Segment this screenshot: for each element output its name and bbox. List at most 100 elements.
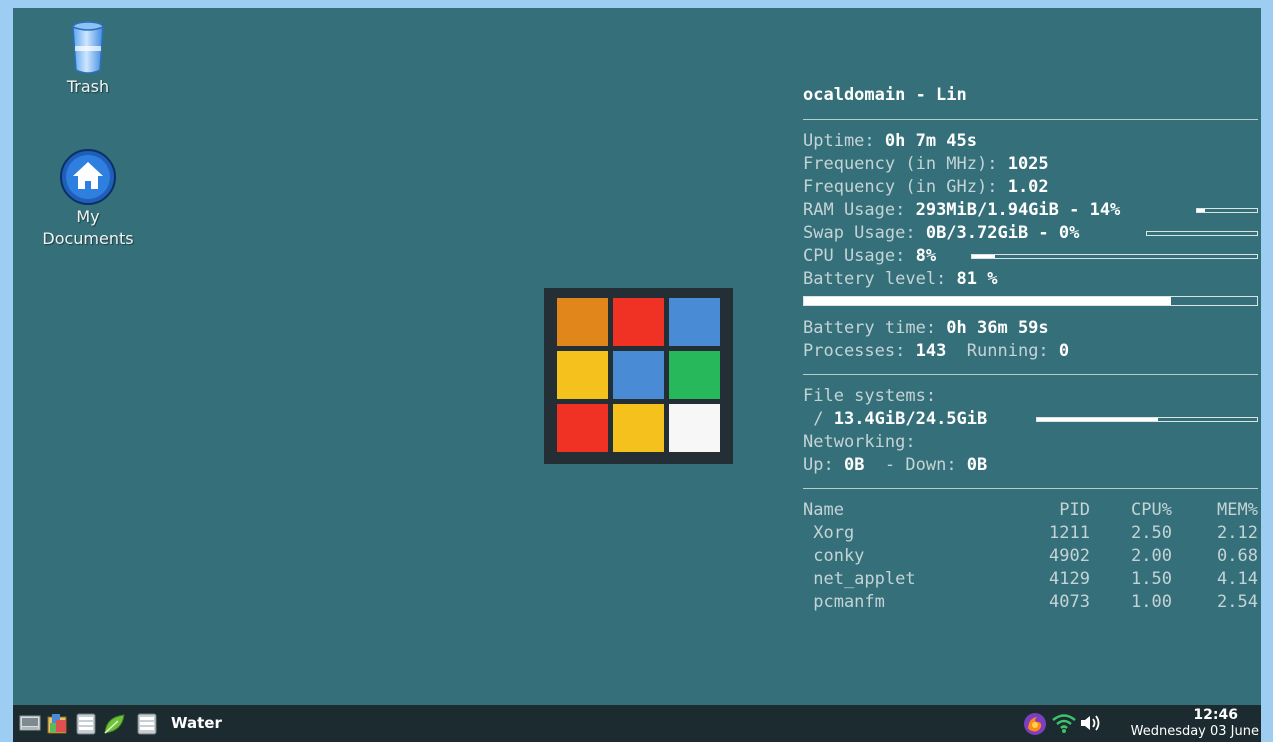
leaf-app-icon[interactable] (102, 713, 126, 735)
uptime-line: Uptime: 0h 7m 45s (803, 130, 1258, 153)
fs-path: / (803, 409, 834, 429)
wifi-icon[interactable] (1051, 712, 1077, 734)
home-icon (60, 149, 116, 205)
desktop-logo (544, 288, 733, 464)
battery-time-line: Battery time: 0h 36m 59s (803, 317, 1258, 340)
down-label: - Down: (864, 455, 967, 475)
uptime-value: 0h 7m 45s (884, 131, 978, 151)
fs-usage-bar (1036, 417, 1258, 422)
process-name: conky (803, 546, 865, 566)
process-cpu: 2.00 (1131, 546, 1172, 566)
process-row: net_applet 4129 1.50 4.14 (803, 568, 1258, 591)
col-pid-header: PID (1059, 500, 1090, 520)
battery-time-value: 0h 36m 59s (946, 318, 1049, 338)
hostname-title: ocaldomain - Lin (803, 85, 967, 105)
divider (803, 488, 1258, 489)
conky-monitor: ocaldomain - Lin Uptime: 0h 7m 45s Frequ… (803, 82, 1258, 614)
freq-ghz-value: 1.02 (1007, 177, 1049, 197)
freq-ghz-label: Frequency (in GHz): (803, 177, 1008, 197)
desktop-icon-label-line2: Documents (42, 229, 134, 248)
desktop-icon-trash[interactable]: Trash (33, 20, 143, 98)
up-value: 0B (843, 455, 865, 475)
logo-tile (669, 298, 720, 346)
swap-value: 0B/3.72GiB - 0% (925, 223, 1080, 243)
process-row: pcmanfm 4073 1.00 2.54 (803, 591, 1258, 614)
process-pid: 1211 (1049, 523, 1090, 543)
freq-mhz-line: Frequency (in MHz): 1025 (803, 153, 1258, 176)
clock-date[interactable]: Wednesday 03 June (1131, 724, 1259, 739)
swap-line: Swap Usage: 0B/3.72GiB - 0% (803, 222, 1258, 245)
process-row: conky 4902 2.00 0.68 (803, 545, 1258, 568)
ram-value: 293MiB/1.94GiB - 14% (915, 200, 1121, 220)
desktop-icon-label: Trash (66, 77, 110, 96)
process-mem: 2.54 (1217, 592, 1258, 612)
process-mem: 2.12 (1217, 523, 1258, 543)
battery-label: Battery level: (803, 269, 957, 289)
down-value: 0B (966, 455, 988, 475)
volume-icon[interactable] (1079, 713, 1101, 733)
uptime-label: Uptime: (803, 131, 885, 151)
processes-line: Processes: 143 Running: 0 (803, 340, 1258, 363)
freq-mhz-value: 1025 (1007, 154, 1049, 174)
processes-value: 143 (915, 341, 947, 361)
file-manager-icon[interactable] (46, 713, 70, 735)
freq-ghz-line: Frequency (in GHz): 1.02 (803, 176, 1258, 199)
process-cpu: 1.50 (1131, 569, 1172, 589)
logo-tile (557, 351, 608, 399)
fs-usage-fill (1037, 418, 1158, 421)
divider (803, 374, 1258, 375)
logo-tile (557, 404, 608, 452)
logo-tile (613, 404, 664, 452)
ram-label: RAM Usage: (803, 200, 916, 220)
ram-usage-bar (1196, 208, 1258, 213)
logo-tile (669, 404, 720, 452)
ram-line: RAM Usage: 293MiB/1.94GiB - 14% (803, 199, 1258, 222)
cpu-line: CPU Usage: 8% (803, 245, 1258, 268)
logo-tile (669, 351, 720, 399)
process-cpu: 1.00 (1131, 592, 1172, 612)
battery-level-fill (804, 297, 1171, 305)
networking-label: Networking: (803, 432, 916, 452)
logo-tile (613, 351, 664, 399)
battery-line: Battery level: 81 % (803, 268, 1258, 291)
show-desktop-icon[interactable] (19, 713, 41, 733)
process-pid: 4129 (1049, 569, 1090, 589)
filesystem-root-line: / 13.4GiB/24.5GiB (803, 408, 1258, 431)
terminal-icon[interactable] (75, 713, 97, 735)
swap-usage-bar (1146, 231, 1258, 236)
trash-icon (72, 21, 104, 74)
process-name: Xorg (803, 523, 855, 543)
process-row: Xorg 1211 2.50 2.12 (803, 522, 1258, 545)
swap-label: Swap Usage: (803, 223, 926, 243)
logo-tile (613, 298, 664, 346)
battery-level-bar (803, 296, 1258, 306)
firefox-icon[interactable] (1023, 712, 1047, 736)
col-name-header: Name (803, 500, 844, 520)
desktop-icon-my-documents[interactable]: My Documents (33, 148, 143, 250)
process-table-header: Name PID CPU% MEM% (803, 499, 1258, 522)
cpu-usage-bar (971, 254, 1258, 259)
taskbar: Water 12:46 Wednesday 03 June (13, 705, 1261, 742)
fs-value: 13.4GiB/24.5GiB (833, 409, 988, 429)
clock-time[interactable]: 12:46 (1193, 707, 1238, 723)
task-button-water[interactable]: Water (171, 713, 222, 733)
cpu-label: CPU Usage: (803, 246, 916, 266)
cpu-value: 8% (915, 246, 937, 266)
process-cpu: 2.50 (1131, 523, 1172, 543)
logo-tile (557, 298, 608, 346)
process-pid: 4902 (1049, 546, 1090, 566)
filesystems-label: File systems: (803, 386, 937, 406)
running-label: Running: (946, 341, 1059, 361)
desktop[interactable]: Trash My Documents ocaldomain - Lin Upti… (13, 8, 1261, 742)
desktop-icon-label-line1: My (76, 207, 100, 226)
process-mem: 0.68 (1217, 546, 1258, 566)
network-line: Up: 0B - Down: 0B (803, 454, 1258, 477)
process-pid: 4073 (1049, 592, 1090, 612)
freq-mhz-label: Frequency (in MHz): (803, 154, 1008, 174)
running-value: 0 (1058, 341, 1070, 361)
process-name: net_applet (803, 569, 916, 589)
battery-value: 81 % (956, 269, 998, 289)
process-name: pcmanfm (803, 592, 885, 612)
cpu-usage-fill (972, 255, 995, 258)
window-icon[interactable] (136, 713, 158, 735)
